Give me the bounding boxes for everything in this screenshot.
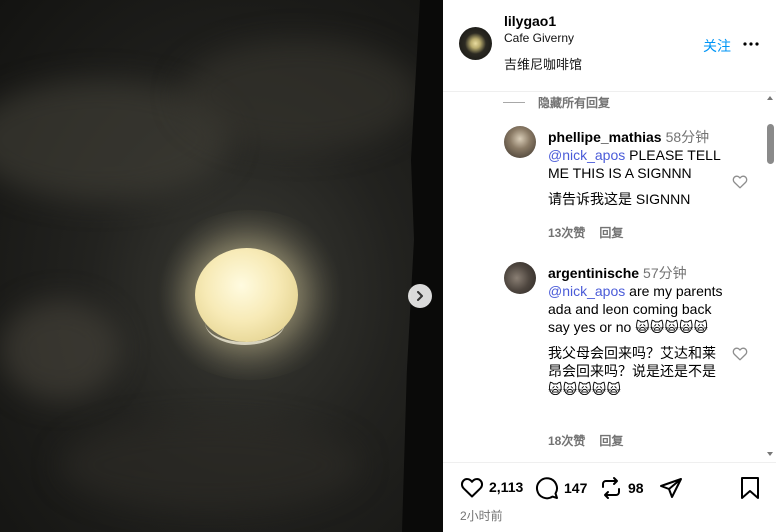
heart-icon[interactable] <box>732 346 748 361</box>
comments-total: 147 <box>564 480 588 496</box>
repost-icon <box>602 477 620 499</box>
comment-username[interactable]: phellipe_mathias <box>548 129 662 145</box>
comments-list: 隐藏所有回复 phellipe_mathias 58分钟 @nick_apos P… <box>443 92 776 462</box>
comment-icon <box>536 477 558 500</box>
comment-body: argentinische 57分钟 @nick_apos are my pare… <box>548 264 728 398</box>
scroll-down-arrow[interactable] <box>767 452 773 456</box>
reply-button[interactable]: 回复 <box>599 434 623 448</box>
avatar[interactable] <box>504 262 536 294</box>
comment-meta: 18次赞 回复 <box>548 432 637 449</box>
likes-total: 2,113 <box>489 479 524 495</box>
comment-time: 57分钟 <box>643 265 687 281</box>
mention-link[interactable]: @nick_apos <box>548 147 625 163</box>
reply-button[interactable]: 回复 <box>599 226 623 240</box>
like-button[interactable]: 2,113 <box>460 476 523 498</box>
mention-link[interactable]: @nick_apos <box>548 283 625 299</box>
avatar[interactable] <box>459 27 492 60</box>
avatar[interactable] <box>504 126 536 158</box>
cloud <box>0 300 120 400</box>
comment-username[interactable]: argentinische <box>548 265 639 281</box>
comment-body: phellipe_mathias 58分钟 @nick_apos PLEASE T… <box>548 128 726 208</box>
likes-count[interactable]: 13次赞 <box>548 226 585 240</box>
moon-edge <box>205 300 285 345</box>
scrollbar-thumb[interactable] <box>767 124 774 164</box>
heart-icon <box>460 478 484 498</box>
hide-replies-button[interactable]: 隐藏所有回复 <box>503 94 610 111</box>
heart-icon[interactable] <box>732 174 748 189</box>
repost-button[interactable]: 98 <box>599 476 644 500</box>
post-time: 2小时前 <box>460 509 503 523</box>
scroll-up-arrow[interactable] <box>767 96 773 100</box>
comment-button[interactable]: 147 <box>535 476 587 500</box>
post-header: lilygao1 Cafe Giverny 吉维尼咖啡馆 关注 <box>443 0 776 92</box>
comment-translation: 我父母会回来吗？艾达和莱昂会回来吗？说是还是不是🙀🙀🙀🙀🙀 <box>548 345 716 397</box>
chevron-right-icon <box>417 291 423 301</box>
username[interactable]: lilygao1 <box>504 13 556 29</box>
post-media <box>0 0 443 532</box>
comment-time: 58分钟 <box>665 129 710 145</box>
follow-button[interactable]: 关注 <box>703 36 731 56</box>
likes-count[interactable]: 18次赞 <box>548 434 585 448</box>
action-bar: 2,113 147 98 2小时前 <box>443 462 776 532</box>
post-panel: lilygao1 Cafe Giverny 吉维尼咖啡馆 关注 隐藏所有回复 p… <box>443 0 776 532</box>
hide-replies-label: 隐藏所有回复 <box>538 96 611 110</box>
next-image-button[interactable] <box>408 284 432 308</box>
comment-meta: 13次赞 回复 <box>548 224 637 241</box>
location[interactable]: Cafe Giverny <box>504 31 574 45</box>
comment-translation: 请告诉我这是 SIGNNN <box>548 191 691 207</box>
cloud <box>60 420 360 510</box>
more-icon[interactable] <box>742 36 760 52</box>
caption: 吉维尼咖啡馆 <box>504 57 583 72</box>
cloud <box>180 40 420 150</box>
share-icon[interactable] <box>659 476 683 500</box>
divider <box>503 102 525 103</box>
bookmark-icon[interactable] <box>740 476 760 500</box>
reposts-total: 98 <box>628 480 644 496</box>
